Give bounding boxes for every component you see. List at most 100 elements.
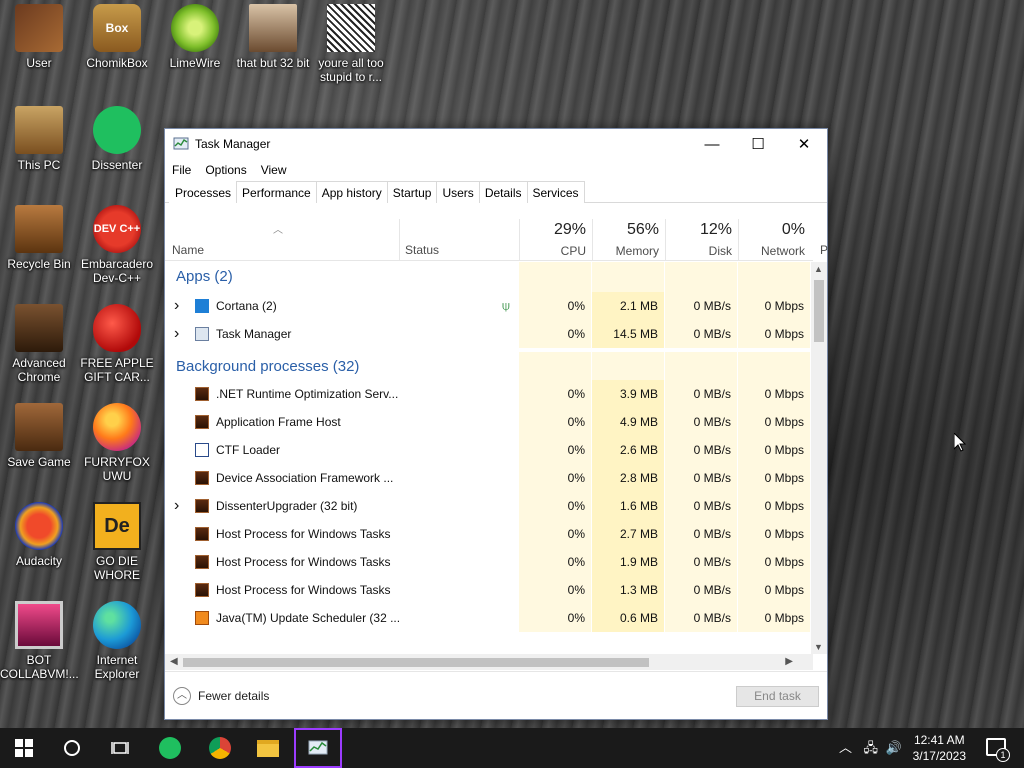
table-row[interactable]: 0% 0.6 MB 0 MB/s 0 Mbps Java(TM) Update Sche… bbox=[165, 604, 813, 632]
horizontal-scrollbar[interactable]: ◀ ▶ bbox=[165, 654, 813, 670]
table-row[interactable]: 0% 2.7 MB 0 MB/s 0 Mbps Host Process for Win… bbox=[165, 520, 813, 548]
chevron-up-icon[interactable]: ︿ bbox=[173, 687, 191, 705]
disk-cell: 0 MB/s bbox=[665, 492, 737, 520]
menu-file[interactable]: File bbox=[172, 163, 191, 177]
scroll-left-icon[interactable]: ◀ bbox=[170, 656, 178, 667]
taskbar-task-manager[interactable] bbox=[294, 728, 342, 768]
window-title: Task Manager bbox=[195, 137, 271, 151]
column-memory[interactable]: 56% Memory bbox=[592, 219, 665, 261]
cortana-search-icon bbox=[64, 740, 80, 756]
group-header[interactable]: Apps (2) bbox=[165, 262, 813, 292]
cpu-cell: 0% bbox=[519, 604, 591, 632]
disk-cell: 0 MB/s bbox=[665, 380, 737, 408]
start-button[interactable] bbox=[0, 728, 48, 768]
desktop-icon-label: LimeWire bbox=[169, 56, 221, 70]
chevron-right-icon[interactable]: › bbox=[174, 492, 179, 520]
fewer-details-link[interactable]: Fewer details bbox=[198, 689, 269, 703]
desktop-icon[interactable]: Internet Explorer bbox=[78, 601, 156, 681]
column-network[interactable]: 0% Network bbox=[738, 219, 811, 261]
desktop-icon[interactable]: BOT COLLABVM!... bbox=[0, 601, 79, 681]
end-task-button[interactable]: End task bbox=[736, 686, 819, 707]
column-disk[interactable]: 12% Disk bbox=[665, 219, 738, 261]
tab-services[interactable]: Services bbox=[526, 181, 585, 203]
process-icon bbox=[195, 387, 209, 401]
network-icon[interactable]: 🖧 bbox=[864, 728, 879, 768]
desktop-icon-label: Advanced Chrome bbox=[12, 356, 66, 384]
notification-count: 1 bbox=[996, 748, 1010, 762]
desktop-icon[interactable]: Audacity bbox=[0, 502, 78, 568]
title-bar[interactable]: Task Manager — ☐ ✕ bbox=[165, 129, 827, 159]
desktop-icon[interactable]: youre all too stupid to r... bbox=[312, 4, 390, 84]
chevron-right-icon[interactable]: › bbox=[174, 292, 179, 320]
desktop-icon[interactable]: User bbox=[0, 4, 78, 70]
column-power-partial[interactable]: P bbox=[820, 243, 828, 257]
system-clock[interactable]: 12:41 AM 3/17/2023 bbox=[913, 732, 966, 764]
column-status[interactable]: Status bbox=[405, 243, 439, 257]
tab-processes[interactable]: Processes bbox=[169, 181, 238, 203]
table-row[interactable]: 0% 2.1 MB 0 MB/s 0 Mbps › Cortana (2) ⍦ bbox=[165, 292, 813, 320]
vertical-scrollbar[interactable]: ▲ ▼ bbox=[811, 262, 827, 654]
desktop-icon[interactable]: De GO DIE WHORE bbox=[78, 502, 156, 582]
desktop-icon[interactable]: that but 32 bit bbox=[234, 4, 312, 70]
desktop-icon[interactable]: Save Game bbox=[0, 403, 78, 469]
table-row[interactable]: 0% 3.9 MB 0 MB/s 0 Mbps .NET Runtime Optimiz… bbox=[165, 380, 813, 408]
table-row[interactable]: 0% 4.9 MB 0 MB/s 0 Mbps Application Frame Ho… bbox=[165, 408, 813, 436]
desktop-icon[interactable]: FREE APPLE GIFT CAR... bbox=[78, 304, 156, 384]
group-header[interactable]: Background processes (32) bbox=[165, 352, 813, 382]
column-name[interactable]: Name bbox=[172, 243, 204, 257]
table-row[interactable]: 0% 1.9 MB 0 MB/s 0 Mbps Host Process for Win… bbox=[165, 548, 813, 576]
close-button[interactable]: ✕ bbox=[781, 129, 827, 159]
tab-details[interactable]: Details bbox=[478, 181, 528, 203]
desktop-icon[interactable]: DEV C++ Embarcadero Dev-C++ bbox=[78, 205, 156, 285]
scroll-down-icon[interactable]: ▼ bbox=[814, 642, 823, 652]
volume-icon[interactable]: 🔊 bbox=[886, 728, 902, 768]
taskbar-file-explorer[interactable] bbox=[244, 728, 292, 768]
desktop-icon[interactable]: FURRYFOX UWU bbox=[78, 403, 156, 483]
memory-cell: 2.6 MB bbox=[592, 436, 664, 464]
table-row[interactable]: 0% 1.6 MB 0 MB/s 0 Mbps › DissenterUpgrader (… bbox=[165, 492, 813, 520]
vertical-scroll-thumb[interactable] bbox=[814, 280, 824, 342]
tab-app-history[interactable]: App history bbox=[315, 181, 388, 203]
network-label: Network bbox=[760, 244, 805, 258]
taskbar-dissenter[interactable] bbox=[146, 728, 194, 768]
desktop-icon[interactable]: Advanced Chrome bbox=[0, 304, 78, 384]
minimize-button[interactable]: — bbox=[689, 129, 735, 159]
memory-cell: 1.9 MB bbox=[592, 548, 664, 576]
tab-users[interactable]: Users bbox=[436, 181, 480, 203]
table-row[interactable]: 0% 2.6 MB 0 MB/s 0 Mbps CTF Loader bbox=[165, 436, 813, 464]
chevron-right-icon[interactable]: › bbox=[174, 320, 179, 348]
menu-options[interactable]: Options bbox=[205, 163, 246, 177]
maximize-button[interactable]: ☐ bbox=[735, 129, 781, 159]
tab-startup[interactable]: Startup bbox=[386, 181, 438, 203]
desktop-icon[interactable]: Recycle Bin bbox=[0, 205, 78, 271]
table-row[interactable]: 0% 14.5 MB 0 MB/s 0 Mbps › Task Manager bbox=[165, 320, 813, 348]
table-row[interactable]: 0% 1.3 MB 0 MB/s 0 Mbps Host Process for Win… bbox=[165, 576, 813, 604]
desktop-icon[interactable]: This PC bbox=[0, 106, 78, 172]
table-row[interactable]: 0% 2.8 MB 0 MB/s 0 Mbps Device Association F… bbox=[165, 464, 813, 492]
network-cell: 0 Mbps bbox=[738, 292, 810, 320]
network-cell: 0 Mbps bbox=[738, 320, 810, 348]
search-button[interactable] bbox=[48, 728, 96, 768]
memory-cell: 3.9 MB bbox=[592, 380, 664, 408]
process-name: .NET Runtime Optimization Serv... bbox=[216, 387, 399, 401]
desktop-icon[interactable]: LimeWire bbox=[156, 4, 234, 70]
column-cpu[interactable]: 29% CPU bbox=[519, 219, 592, 261]
desktop-icon-label: BOT COLLABVM!... bbox=[0, 653, 79, 681]
taskbar-chrome[interactable] bbox=[196, 728, 244, 768]
disk-cell: 0 MB/s bbox=[665, 292, 737, 320]
desktop-icon[interactable]: Box ChomikBox bbox=[78, 4, 156, 70]
dissenter-icon bbox=[93, 106, 141, 154]
chevron-up-icon[interactable]: ︿ bbox=[839, 728, 852, 768]
task-view-button[interactable] bbox=[96, 728, 144, 768]
tab-performance[interactable]: Performance bbox=[236, 181, 317, 203]
disk-cell: 0 MB/s bbox=[665, 464, 737, 492]
taskmanager-icon bbox=[173, 137, 189, 150]
process-name: Host Process for Windows Tasks bbox=[216, 583, 391, 597]
desktop-icon[interactable]: Dissenter bbox=[78, 106, 156, 172]
disk-percent: 12% bbox=[699, 221, 732, 238]
scroll-up-icon[interactable]: ▲ bbox=[814, 264, 823, 274]
menu-view[interactable]: View bbox=[261, 163, 287, 177]
horizontal-scroll-thumb[interactable] bbox=[183, 658, 649, 667]
process-name: Java(TM) Update Scheduler (32 ... bbox=[216, 611, 401, 625]
scroll-right-icon[interactable]: ▶ bbox=[785, 656, 793, 667]
